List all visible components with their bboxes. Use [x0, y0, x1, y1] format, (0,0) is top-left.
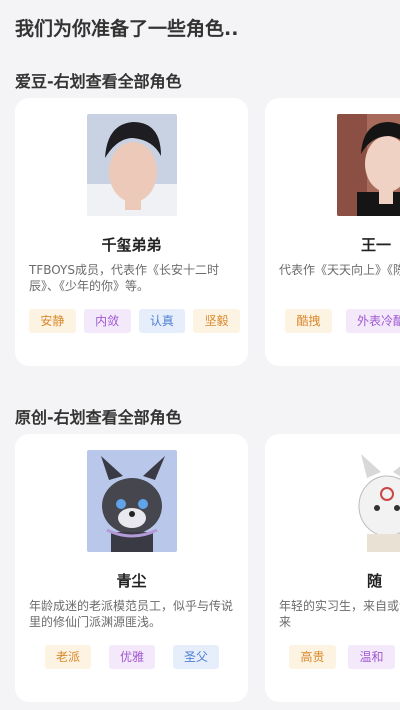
page-title: 我们为你准备了一些角色.. [15, 18, 239, 40]
character-description: 年龄成迷的老派模范员工，似乎与传说里的修仙门派渊源匪浅。 [29, 599, 234, 629]
character-avatar [87, 450, 177, 552]
character-avatar [87, 114, 177, 216]
character-name: 随 [367, 572, 383, 590]
idol-card-carousel[interactable]: 千玺弟弟 TFBOYS成员，代表作《长安十二时辰》、《少年的你》等。 安静 内敛… [15, 98, 400, 366]
trait-tag: 安静 [29, 309, 76, 333]
section-title-original: 原创-右划查看全部角色 [15, 408, 182, 427]
trait-tag: 高贵 [289, 645, 336, 669]
trait-tag: 温和 [348, 645, 395, 669]
character-description: 代表作《天天向上》《陈情令》、《陪你 [279, 263, 400, 277]
trait-tags: 安静 内敛 认真 坚毅 [29, 309, 240, 333]
trait-tag: 外表冷酷 [346, 309, 400, 333]
trait-tag: 酷拽 [285, 309, 332, 333]
character-card[interactable]: 千玺弟弟 TFBOYS成员，代表作《长安十二时辰》、《少年的你》等。 安静 内敛… [15, 98, 248, 366]
character-description: TFBOYS成员，代表作《长安十二时辰》、《少年的你》等。 [29, 263, 219, 293]
trait-tag: 坚毅 [193, 309, 240, 333]
character-name: 青尘 [116, 572, 147, 590]
character-name: 千玺弟弟 [101, 236, 162, 254]
original-card-carousel[interactable]: 青尘 年龄成迷的老派模范员工，似乎与传说里的修仙门派渊源匪浅。 老派 优雅 圣父… [15, 434, 400, 702]
trait-tag: 优雅 [109, 645, 155, 669]
character-card[interactable]: 王一 代表作《天天向上》《陈情令》、《陪你 酷拽 外表冷酷 [265, 98, 400, 366]
trait-tag: 内敛 [83, 309, 131, 333]
trait-tag: 圣父 [173, 645, 219, 669]
trait-tag: 认真 [138, 309, 186, 333]
trait-tags: 高贵 温和 [289, 645, 400, 669]
trait-tags: 酷拽 外表冷酷 [285, 309, 400, 333]
character-avatar [337, 114, 400, 216]
character-card[interactable]: 青尘 年龄成迷的老派模范员工，似乎与传说里的修仙门派渊源匪浅。 老派 优雅 圣父 [15, 434, 248, 702]
section-title-idol: 爱豆-右划查看全部角色 [15, 72, 182, 91]
character-name: 王一 [361, 236, 392, 254]
trait-tags: 老派 优雅 圣父 [45, 645, 240, 669]
character-card[interactable]: 随 年轻的实习生，来自或许是古老部族未来 高贵 温和 [265, 434, 400, 702]
character-avatar [337, 450, 400, 552]
character-description: 年轻的实习生，来自或许是古老部族未来 [279, 599, 400, 629]
trait-tag: 老派 [45, 645, 91, 669]
